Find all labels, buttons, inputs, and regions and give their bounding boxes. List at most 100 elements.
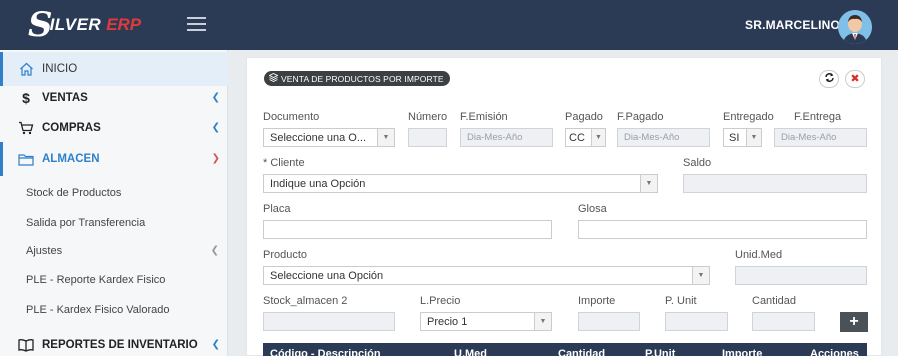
sidebar-item-label: VENTAS	[42, 92, 88, 104]
p-unit-field[interactable]	[665, 312, 728, 331]
column-header: Código - Descripción	[270, 348, 381, 356]
documento-label: Documento	[263, 111, 320, 123]
sidebar-subitem-ajustes[interactable]: Ajustes ❮	[0, 237, 228, 265]
producto-select[interactable]: Seleccione una Opción ▼	[263, 266, 710, 285]
sidebar-subitem-label: Ajustes	[26, 245, 63, 257]
caret-down-icon: ▼	[591, 129, 605, 146]
column-header: Acciones	[810, 348, 859, 356]
producto-value: Seleccione una Opción	[270, 269, 384, 282]
entregado-value: SI	[729, 131, 740, 144]
p-unit-label: P. Unit	[665, 295, 697, 307]
stock-almacen-field[interactable]	[263, 312, 395, 331]
l-precio-select[interactable]: Precio 1 ▼	[420, 312, 552, 331]
sidebar-subitem-salida-transferencia[interactable]: Salida por Transferencia	[0, 209, 228, 237]
caret-down-icon: ▼	[377, 129, 394, 146]
folder-icon	[18, 151, 34, 167]
f-emision-field[interactable]: Dia-Mes-Año	[460, 128, 553, 147]
pagado-select[interactable]: CC ▼	[565, 128, 606, 147]
f-entrega-field[interactable]: Dia-Mes-Año	[774, 128, 867, 147]
sidebar-subitem-label: PLE - Kardex Fisico Valorado	[26, 304, 170, 316]
chevron-left-icon: ❮	[211, 122, 220, 133]
top-bar: S ILVER ERP SR.MARCELINO	[0, 0, 898, 50]
f-pagado-placeholder: Dia-Mes-Año	[624, 132, 680, 143]
f-entrega-label: F.Entrega	[794, 111, 842, 123]
layers-icon	[268, 72, 279, 84]
placa-input[interactable]	[263, 220, 552, 239]
silver-erp-logo[interactable]: S ILVER ERP	[28, 8, 141, 42]
add-item-button[interactable]: +	[840, 312, 868, 332]
entregado-label: Entregado	[723, 111, 774, 123]
sidebar-item-label: REPORTES DE INVENTARIO	[42, 339, 198, 351]
refresh-button[interactable]	[819, 70, 839, 88]
sidebar: INICIO $ VENTAS ❮ COMPRAS ❮ ALMACEN ❯ St…	[0, 50, 228, 356]
menu-toggle-icon[interactable]	[187, 17, 206, 31]
book-icon	[18, 337, 34, 353]
form-title: VENTA DE PRODUCTOS POR IMPORTE	[281, 73, 444, 84]
user-name[interactable]: SR.MARCELINO	[745, 18, 840, 32]
dollar-icon: $	[22, 90, 30, 106]
documento-select[interactable]: Seleccione una O... ▼	[263, 128, 395, 147]
numero-field[interactable]	[408, 128, 447, 147]
column-header: Cantidad	[558, 348, 606, 356]
sidebar-item-ventas[interactable]: $ VENTAS ❮	[0, 81, 228, 115]
user-avatar[interactable]	[838, 10, 872, 44]
unid-med-field[interactable]	[735, 266, 867, 285]
f-emision-placeholder: Dia-Mes-Año	[467, 132, 523, 143]
chevron-left-icon: ❮	[210, 245, 219, 256]
sidebar-subitem-ple-kardex-fisico[interactable]: PLE - Reporte Kardex Fisico	[0, 266, 228, 294]
sidebar-item-label: ALMACEN	[42, 153, 100, 165]
logo-erp-text: ERP	[106, 15, 142, 34]
sidebar-subitem-label: Stock de Productos	[26, 187, 122, 199]
cliente-label: * Cliente	[263, 157, 305, 169]
numero-label: Número	[408, 111, 448, 123]
form-title-badge: VENTA DE PRODUCTOS POR IMPORTE	[264, 71, 450, 86]
cantidad-field[interactable]	[752, 312, 815, 331]
documento-value: Seleccione una O...	[270, 131, 367, 144]
caret-down-icon: ▼	[692, 267, 709, 284]
f-pagado-label: F.Pagado	[617, 111, 664, 123]
plus-icon: +	[849, 313, 859, 330]
cliente-value: Indique una Opción	[270, 177, 366, 190]
glosa-input[interactable]	[578, 220, 867, 239]
column-header: U.Med	[454, 348, 487, 356]
sidebar-item-compras[interactable]: COMPRAS ❮	[0, 111, 228, 145]
sidebar-subitem-ple-kardex-valorado[interactable]: PLE - Kardex Fisico Valorado	[0, 296, 228, 324]
sidebar-subitem-label: PLE - Reporte Kardex Fisico	[26, 274, 166, 286]
cart-icon	[18, 120, 34, 136]
close-icon: ✖	[850, 72, 860, 85]
caret-down-icon: ▼	[640, 175, 657, 192]
items-table-header: Código - Descripción U.Med Cantidad P.Un…	[263, 343, 867, 356]
placa-label: Placa	[263, 203, 291, 215]
entregado-select[interactable]: SI ▼	[723, 128, 762, 147]
unid-med-label: Unid.Med	[735, 249, 783, 261]
glosa-label: Glosa	[578, 203, 607, 215]
f-entrega-placeholder: Dia-Mes-Año	[781, 132, 837, 143]
f-pagado-field[interactable]: Dia-Mes-Año	[617, 128, 710, 147]
chevron-left-icon: ❮	[211, 92, 220, 103]
sidebar-item-label: INICIO	[42, 63, 78, 75]
close-button[interactable]: ✖	[845, 70, 865, 88]
cantidad-label: Cantidad	[752, 295, 797, 307]
sidebar-item-reportes-inventario[interactable]: REPORTES DE INVENTARIO ❮	[0, 328, 228, 356]
caret-down-icon: ▼	[746, 129, 761, 146]
pagado-label: Pagado	[565, 111, 603, 123]
l-precio-label: L.Precio	[420, 295, 461, 307]
pagado-value: CC	[569, 131, 585, 144]
saldo-label: Saldo	[683, 157, 712, 169]
logo-text: ILVER	[49, 15, 102, 34]
sidebar-item-label: COMPRAS	[42, 122, 101, 134]
saldo-field[interactable]	[683, 174, 867, 193]
sidebar-item-almacen[interactable]: ALMACEN ❯	[0, 142, 228, 176]
chevron-down-icon: ❯	[211, 153, 220, 164]
refresh-icon	[824, 70, 835, 88]
sidebar-subitem-stock[interactable]: Stock de Productos	[0, 179, 228, 207]
stock-almacen-label: Stock_almacen 2	[263, 295, 348, 307]
sidebar-subitem-label: Salida por Transferencia	[26, 217, 146, 229]
importe-field[interactable]	[578, 312, 640, 331]
column-header: P.Unit	[645, 348, 676, 356]
home-icon	[18, 61, 34, 77]
caret-down-icon: ▼	[534, 313, 551, 330]
l-precio-value: Precio 1	[427, 315, 468, 328]
f-emision-label: F.Emisión	[460, 111, 508, 123]
cliente-select[interactable]: Indique una Opción ▼	[263, 174, 658, 193]
